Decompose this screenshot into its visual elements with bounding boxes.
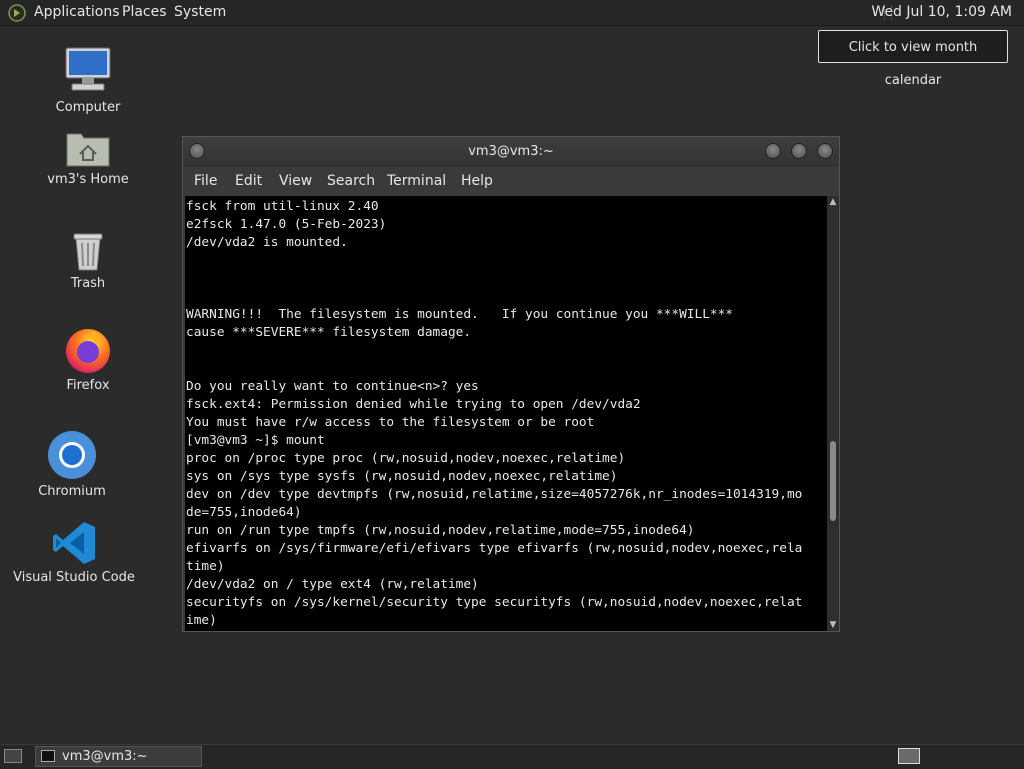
- terminal-line: /dev/vda2 is mounted.: [186, 235, 348, 250]
- terminal-line: You must have r/w access to the filesyst…: [186, 415, 595, 430]
- chromium-icon: [48, 431, 96, 479]
- firefox-icon: [66, 329, 110, 373]
- home-folder-icon: [66, 133, 110, 167]
- desktop-icon-chromium[interactable]: Chromium: [2, 430, 142, 499]
- calendar-tooltip: Click to view month calendar: [818, 30, 1008, 88]
- terminal-line: WARNING!!! The filesystem is mounted. If…: [186, 307, 734, 322]
- desktop-icon-label: vm3's Home: [47, 172, 129, 187]
- terminal-line: run on /run type tmpfs (rw,nosuid,nodev,…: [186, 523, 695, 538]
- desktop-icon-computer[interactable]: Computer: [18, 44, 158, 115]
- top-panel: Applications Places System Wed Jul 10, 1…: [0, 0, 1024, 26]
- desktop-icon-label: Trash: [70, 276, 106, 291]
- workspace-switcher[interactable]: [898, 748, 920, 764]
- terminal-lines: fsck from util-linux 2.40 e2fsck 1.47.0 (…: [186, 198, 802, 630]
- terminal-window[interactable]: vm3@vm3:~ File Edit View Search Terminal…: [182, 136, 840, 632]
- menu-help[interactable]: Help: [461, 167, 493, 195]
- terminal-line: sys on /sys type sysfs (rw,nosuid,nodev,…: [186, 469, 618, 484]
- terminal-line: fsck from util-linux 2.40: [186, 199, 379, 214]
- close-button[interactable]: [817, 143, 833, 159]
- maximize-button[interactable]: [791, 143, 807, 159]
- terminal-scrollbar[interactable]: ▲ ▼: [827, 196, 839, 631]
- trash-icon: [73, 233, 103, 271]
- terminal-line: /dev/vda2 on / type ext4 (rw,relatime): [186, 577, 479, 592]
- clock[interactable]: Wed Jul 10, 1:09 AM: [861, 0, 1020, 25]
- bottom-panel: vm3@vm3:~: [0, 744, 1024, 769]
- terminal-line: ime): [186, 613, 217, 628]
- scrollbar-thumb[interactable]: [830, 441, 836, 521]
- scroll-down-arrow-icon[interactable]: ▼: [828, 620, 838, 630]
- terminal-line: efivarfs on /sys/firmware/efi/efivars ty…: [186, 541, 803, 556]
- desktop-icon-label: Visual Studio Code: [13, 570, 135, 585]
- taskbar-item-terminal[interactable]: vm3@vm3:~: [35, 746, 202, 767]
- terminal-menubar: File Edit View Search Terminal Help: [183, 167, 839, 195]
- desktop-icon-firefox[interactable]: Firefox: [18, 326, 158, 393]
- terminal-titlebar[interactable]: vm3@vm3:~: [183, 137, 839, 167]
- terminal-line: fsck.ext4: Permission denied while tryin…: [186, 397, 641, 412]
- menu-view[interactable]: View: [279, 167, 312, 195]
- desktop-icon-label: Computer: [55, 100, 121, 115]
- menu-search[interactable]: Search: [327, 167, 375, 195]
- terminal-line: time): [186, 559, 225, 574]
- terminal-line: [vm3@vm3 ~]$ mount: [186, 433, 325, 448]
- desktop-icon-label: Chromium: [38, 484, 106, 499]
- terminal-output[interactable]: fsck from util-linux 2.40 e2fsck 1.47.0 (…: [185, 196, 827, 631]
- terminal-line: e2fsck 1.47.0 (5-Feb-2023): [186, 217, 387, 232]
- computer-icon: [65, 47, 111, 91]
- desktop-icon-label: Firefox: [66, 378, 110, 393]
- desktop-icon-home[interactable]: vm3's Home: [18, 128, 158, 187]
- window-menu-button[interactable]: [189, 143, 205, 159]
- terminal-line: Do you really want to continue<n>? yes: [186, 379, 479, 394]
- taskbar-item-label: vm3@vm3:~: [62, 749, 148, 764]
- desktop-icon-vscode[interactable]: Visual Studio Code: [4, 520, 144, 585]
- system-menu[interactable]: System: [174, 0, 226, 25]
- terminal-line: cause ***SEVERE*** filesystem damage.: [186, 325, 472, 340]
- terminal-line: dev on /dev type devtmpfs (rw,nosuid,rel…: [186, 487, 803, 502]
- desktop-icon-trash[interactable]: Trash: [18, 228, 158, 291]
- menu-terminal[interactable]: Terminal: [387, 167, 446, 195]
- vscode-icon: [53, 522, 95, 564]
- show-desktop-icon[interactable]: [4, 749, 22, 763]
- applications-menu[interactable]: Applications: [34, 0, 120, 25]
- terminal-line: proc on /proc type proc (rw,nosuid,nodev…: [186, 451, 626, 466]
- scroll-up-arrow-icon[interactable]: ▲: [828, 197, 838, 207]
- window-title: vm3@vm3:~: [468, 144, 554, 159]
- minimize-button[interactable]: [765, 143, 781, 159]
- terminal-line: securityfs on /sys/kernel/security type …: [186, 595, 803, 610]
- menu-edit[interactable]: Edit: [235, 167, 262, 195]
- menu-file[interactable]: File: [194, 167, 217, 195]
- terminal-icon: [41, 750, 55, 762]
- gnome-foot-icon[interactable]: [8, 4, 26, 22]
- terminal-line: de=755,inode64): [186, 505, 302, 520]
- places-menu[interactable]: Places: [122, 0, 167, 25]
